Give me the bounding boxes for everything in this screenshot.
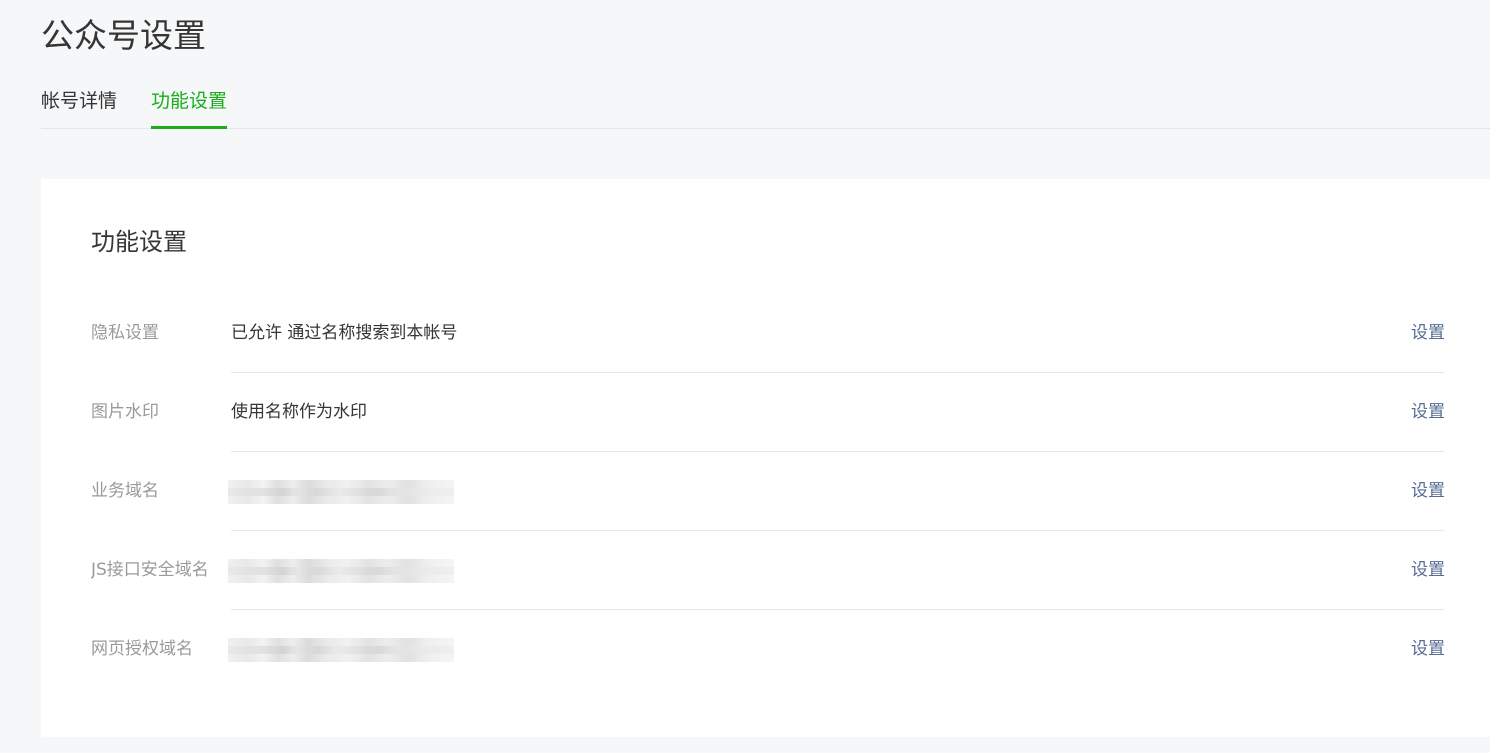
settings-row-privacy: 隐私设置 已允许 通过名称搜索到本帐号 设置 [41, 294, 1490, 373]
settings-row-watermark: 图片水印 使用名称作为水印 设置 [41, 373, 1490, 452]
row-value: 已允许 通过名称搜索到本帐号 [231, 323, 458, 343]
redacted-domain-value [228, 480, 454, 504]
oauth-domain-settings-link[interactable]: 设置 [1411, 610, 1445, 689]
privacy-settings-link[interactable]: 设置 [1411, 294, 1445, 373]
feature-settings-card: 功能设置 隐私设置 已允许 通过名称搜索到本帐号 设置 图片水印 使用名称作为水… [41, 179, 1490, 737]
tab-bar: 帐号详情 功能设置 [41, 84, 1490, 129]
card-title: 功能设置 [91, 228, 187, 256]
tab-feature-settings[interactable]: 功能设置 [151, 84, 228, 129]
row-label: 网页授权域名 [91, 639, 193, 659]
tab-account-details[interactable]: 帐号详情 [41, 84, 117, 128]
redacted-domain-value [228, 559, 454, 583]
page-title: 公众号设置 [41, 16, 206, 55]
redacted-domain-value [228, 638, 454, 662]
row-value: 使用名称作为水印 [231, 402, 367, 422]
js-domain-settings-link[interactable]: 设置 [1411, 531, 1445, 610]
settings-row-business-domain: 业务域名 设置 [41, 452, 1490, 531]
settings-row-js-safe-domain: JS接口安全域名 设置 [41, 531, 1490, 610]
business-domain-settings-link[interactable]: 设置 [1411, 452, 1445, 531]
row-label: 业务域名 [91, 481, 159, 501]
row-label: 隐私设置 [91, 323, 159, 343]
row-label: JS接口安全域名 [91, 560, 209, 580]
settings-page: 公众号设置 帐号详情 功能设置 功能设置 隐私设置 已允许 通过名称搜索到本帐号… [0, 0, 1490, 753]
row-label: 图片水印 [91, 402, 159, 422]
settings-row-oauth-domain: 网页授权域名 设置 [41, 610, 1490, 689]
watermark-settings-link[interactable]: 设置 [1411, 373, 1445, 452]
